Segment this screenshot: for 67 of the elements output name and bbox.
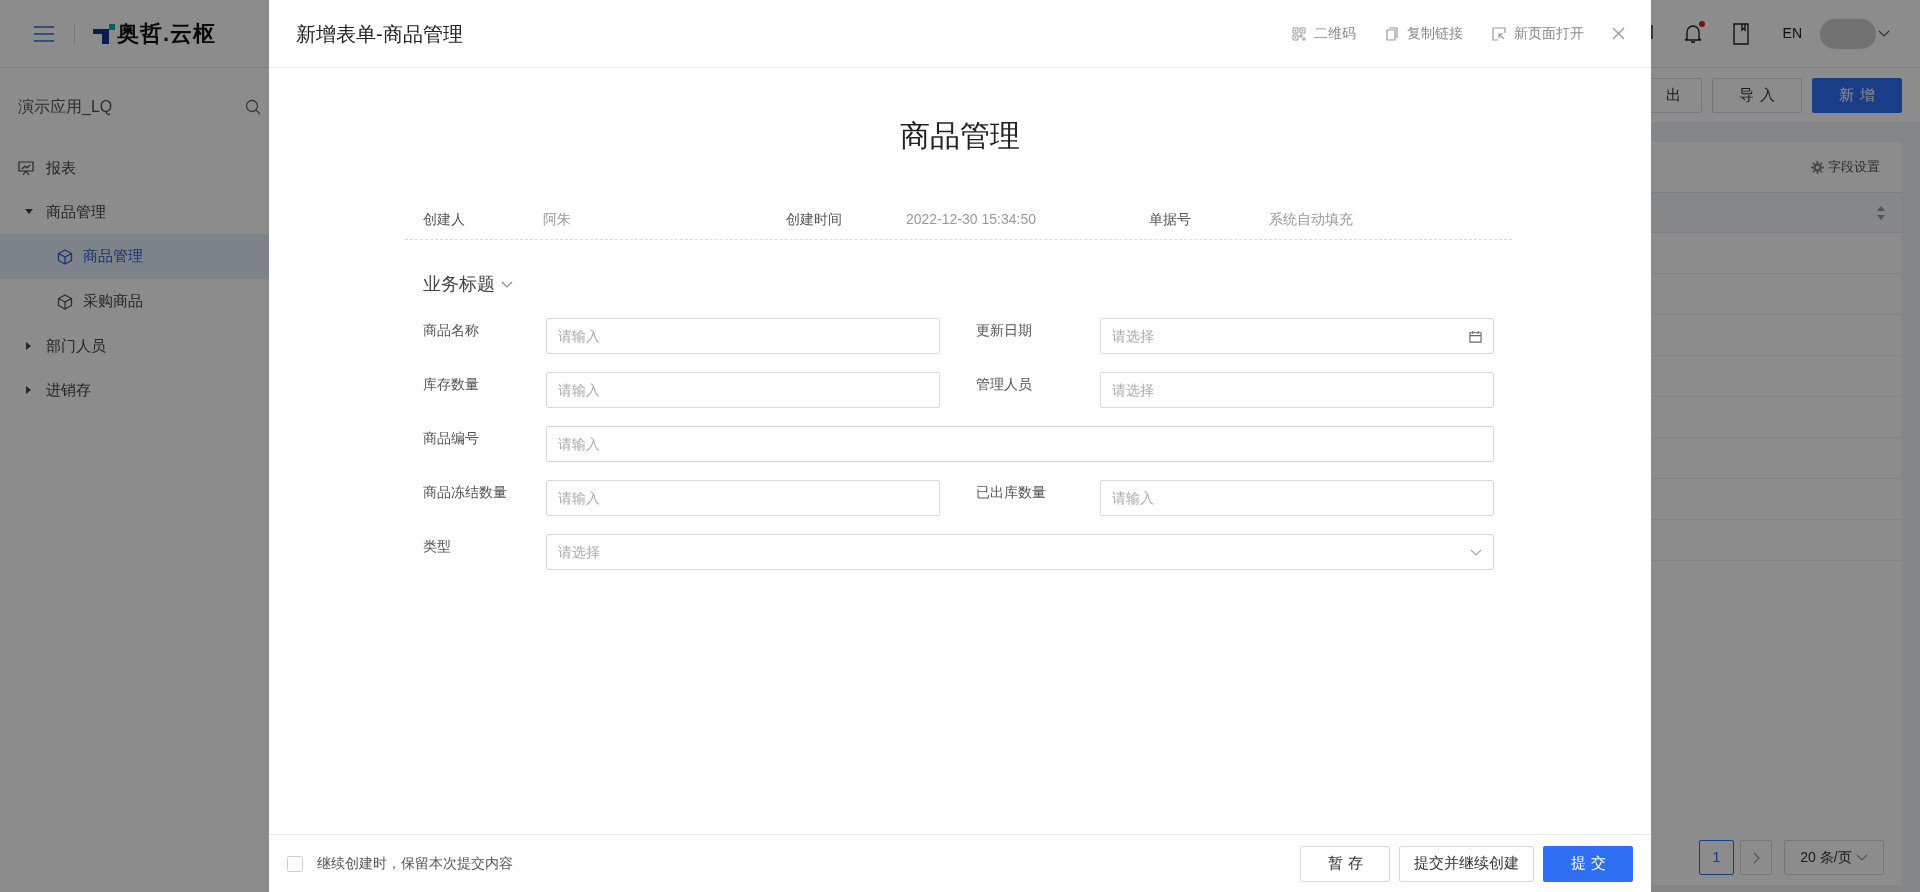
search-icon[interactable] (245, 99, 261, 115)
chevron-down-icon (1470, 548, 1482, 556)
chevron-down-icon[interactable] (1878, 29, 1890, 38)
footer-button[interactable]: 暂存 (1300, 845, 1390, 882)
checkbox[interactable] (287, 855, 303, 872)
cube-icon (57, 293, 73, 310)
field-label: 管理人员 (976, 375, 1033, 394)
field-label: 库存数量 (423, 375, 480, 394)
field-label: 类型 (423, 537, 452, 556)
field-label: 商品名称 (423, 321, 480, 340)
input-field[interactable]: 请输入 (1100, 480, 1494, 516)
language-button[interactable]: EN (1782, 23, 1802, 44)
bell-icon[interactable] (1682, 22, 1703, 45)
input-field[interactable]: 请输入 (546, 426, 1494, 462)
input-field[interactable]: 请输入 (546, 480, 940, 516)
logo-text: 奥哲.云枢 (117, 20, 217, 48)
chevron-down-icon (1855, 854, 1868, 861)
cube-icon (57, 248, 73, 265)
field-settings-link[interactable]: 字段设置 (1828, 157, 1880, 177)
header-action[interactable]: 二维码 (1292, 23, 1356, 44)
toolbar-button[interactable]: 导入 (1712, 77, 1802, 113)
meta-label: 创建时间 (786, 210, 843, 229)
checkbox-label: 继续创建时，保留本次提交内容 (317, 854, 513, 873)
app-name: 演示应用_LQ (18, 97, 113, 117)
header-action[interactable]: 新页面打开 (1492, 23, 1584, 44)
meta-label: 创建人 (423, 210, 466, 229)
field-label: 商品冻结数量 (423, 483, 508, 502)
meta-value: 阿朱 (543, 210, 571, 229)
select-field[interactable]: 请选择 (1100, 372, 1494, 408)
book-icon[interactable] (1732, 22, 1749, 45)
chevron-right-icon (1752, 851, 1760, 864)
footer-button[interactable]: 提交并继续创建 (1399, 845, 1534, 882)
page-size-select[interactable]: 20 条/页 (1784, 840, 1884, 875)
sidebar-item[interactable]: 采购商品 (0, 279, 269, 324)
form-title: 商品管理 (900, 118, 1020, 154)
sort-icon[interactable] (1876, 205, 1886, 220)
close-icon[interactable] (1612, 27, 1625, 40)
sidebar-item[interactable]: 商品管理 (0, 234, 269, 279)
field-label: 商品编号 (423, 429, 480, 448)
input-field[interactable]: 请输入 (546, 372, 940, 408)
input-field[interactable]: 请输入 (546, 318, 940, 354)
sidebar-item[interactable]: 部门人员 (0, 324, 269, 368)
sidebar-item[interactable]: 商品管理 (0, 190, 269, 234)
meta-value: 2022-12-30 15:34:50 (906, 210, 1036, 229)
sidebar-item[interactable]: 报表 (0, 146, 269, 190)
gear-icon[interactable] (1811, 160, 1824, 174)
copy-icon (1385, 26, 1399, 41)
sidebar-item[interactable]: 进销存 (0, 368, 269, 412)
toolbar-button[interactable]: 新增 (1812, 77, 1902, 113)
page-button[interactable]: 1 (1699, 840, 1734, 875)
qr-code-icon (1292, 26, 1306, 41)
logo-icon (93, 23, 115, 44)
section-title: 业务标题 (423, 272, 495, 296)
date-picker[interactable]: 请选择 (1100, 318, 1494, 354)
open-window-icon (1492, 26, 1506, 41)
presentation-icon (18, 160, 34, 176)
meta-value: 系统自动填充 (1269, 210, 1353, 229)
field-label: 已出库数量 (976, 483, 1047, 502)
menu-icon[interactable] (34, 25, 54, 42)
header-action[interactable]: 复制链接 (1385, 23, 1463, 44)
field-label: 更新日期 (976, 321, 1033, 340)
select-field[interactable]: 请选择 (546, 534, 1494, 570)
meta-label: 单据号 (1149, 210, 1192, 229)
dialog-title: 新增表单-商品管理 (296, 21, 463, 47)
chevron-down-icon[interactable] (501, 280, 513, 288)
calendar-icon (1469, 329, 1482, 343)
footer-button[interactable]: 提交 (1543, 845, 1633, 882)
